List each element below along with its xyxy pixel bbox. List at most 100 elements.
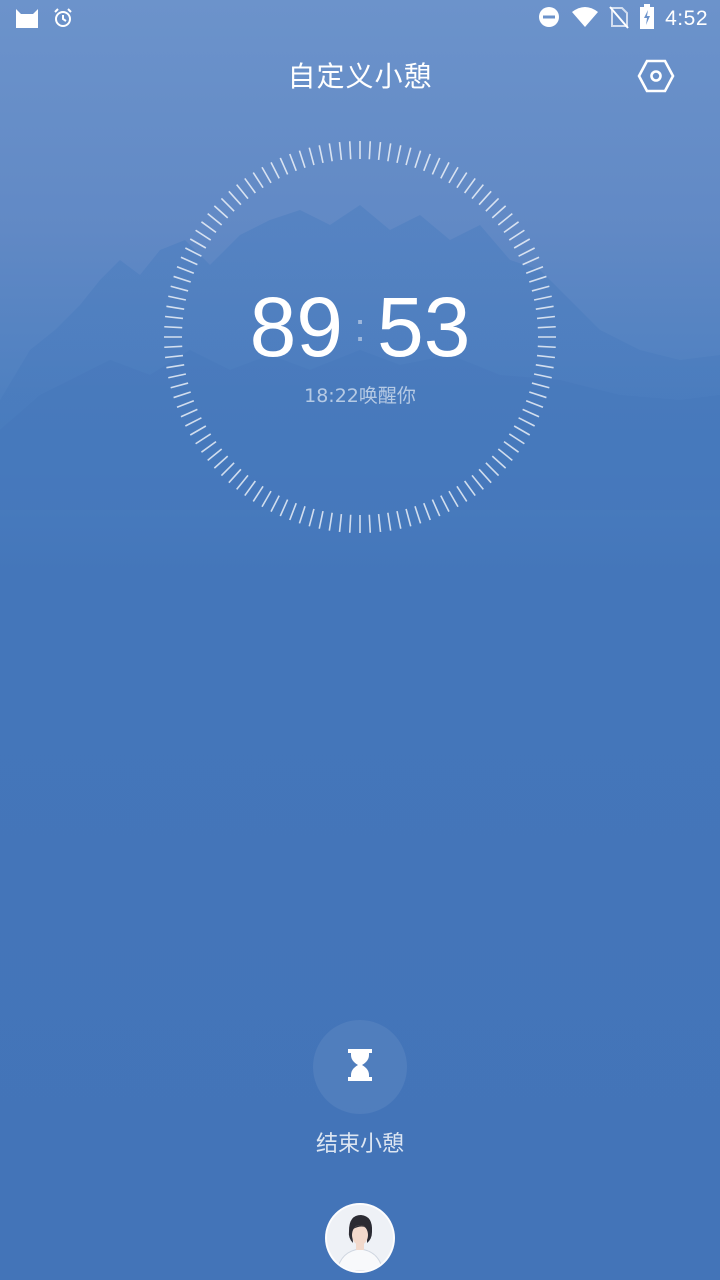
dial-tick [228,468,242,484]
dial-tick [448,166,459,184]
dial-tick [497,448,513,461]
countdown-display: 89:53 [160,272,560,382]
dial-tick [328,143,333,162]
dial-tick [308,147,315,166]
dial-tick [396,145,402,164]
dial-tick [195,433,212,445]
dial-tick [213,455,229,469]
dial-tick [338,141,343,161]
dial-tick [289,153,297,172]
dial-tick [485,462,500,477]
dial-tick [207,448,223,461]
dial-tick [252,172,264,189]
dial-tick [405,508,412,527]
dial-tick [491,455,507,469]
dial-tick [236,184,249,200]
dial-tick [503,221,520,234]
dial-tick [377,513,382,533]
wake-time-text: 18:22唤醒你 [304,385,416,407]
dial-tick [440,495,450,513]
dial-tick [180,408,198,418]
dial-tick [252,485,264,502]
dial-tick [348,514,352,533]
dial-tick [518,247,536,257]
dial-tick [497,213,513,226]
dial-tick [456,172,468,189]
dial-tick [508,433,525,445]
wifi-icon [571,6,599,32]
user-avatar[interactable] [325,1203,395,1273]
dial-tick [456,485,468,502]
status-time: 4:52 [665,7,708,30]
end-break-button[interactable] [313,1020,407,1114]
dial-tick [414,150,422,168]
dial-tick [200,440,217,453]
countdown-seconds: 53 [377,280,471,374]
page-title: 自定义小憩 [287,60,433,93]
dial-tick [308,508,315,527]
alarm-icon [52,7,74,33]
dial-tick [463,480,476,497]
dial-tick [228,190,242,206]
dial-tick [236,474,249,490]
dial-tick [405,147,412,166]
dial-tick [423,502,431,521]
dial-tick [377,141,382,161]
dial-tick [518,417,536,427]
status-bar: 4:52 [0,0,720,38]
dial-tick [478,190,492,206]
countdown-minutes: 89 [249,280,343,374]
dial-tick [338,513,343,533]
dial-tick [491,205,507,219]
dial-tick [522,256,540,266]
dial-tick [189,425,207,436]
dial-tick [478,468,492,484]
dial-tick [318,145,324,164]
dial-tick [471,474,484,490]
dial-tick [213,205,229,219]
dial-tick [220,197,235,212]
end-break-label[interactable]: 结束小憩 [0,1126,720,1158]
dial-tick [298,150,306,168]
hexagon-settings-icon [637,58,675,98]
dial-tick [189,238,207,249]
dial-tick [448,490,459,508]
no-sim-icon [609,5,629,33]
dial-tick [180,256,198,266]
dial-tick [195,229,212,241]
dial-tick [387,143,392,162]
dial-tick [270,495,280,513]
hourglass-icon [347,1049,373,1085]
dial-tick [220,462,235,477]
dial-tick [423,153,431,172]
dial-tick [328,512,333,531]
dial-tick [270,161,280,179]
dial-tick [244,480,257,497]
dial-tick [440,161,450,179]
dial-tick [207,213,223,226]
dial-tick [508,229,525,241]
dial-tick [387,512,392,531]
countdown-separator: : [354,305,366,350]
dial-tick [431,157,441,175]
dial-tick [513,425,531,436]
dial-tick [522,408,540,418]
dial-tick [261,490,272,508]
dial-tick [184,417,202,427]
dial-tick [485,197,500,212]
dial-tick [414,506,422,524]
battery-charging-icon [639,4,655,34]
dial-tick [200,221,217,234]
dial-tick [318,510,324,529]
dial-tick [244,177,257,194]
dial-tick [471,184,484,200]
dial-tick [298,506,306,524]
settings-button[interactable] [632,54,680,102]
dial-tick [289,502,297,521]
dial-tick [513,238,531,249]
dial-tick [279,157,289,175]
dial-tick [279,499,289,517]
dial-tick [184,247,202,257]
cat-app-icon [14,6,40,34]
do-not-disturb-icon [537,5,561,33]
